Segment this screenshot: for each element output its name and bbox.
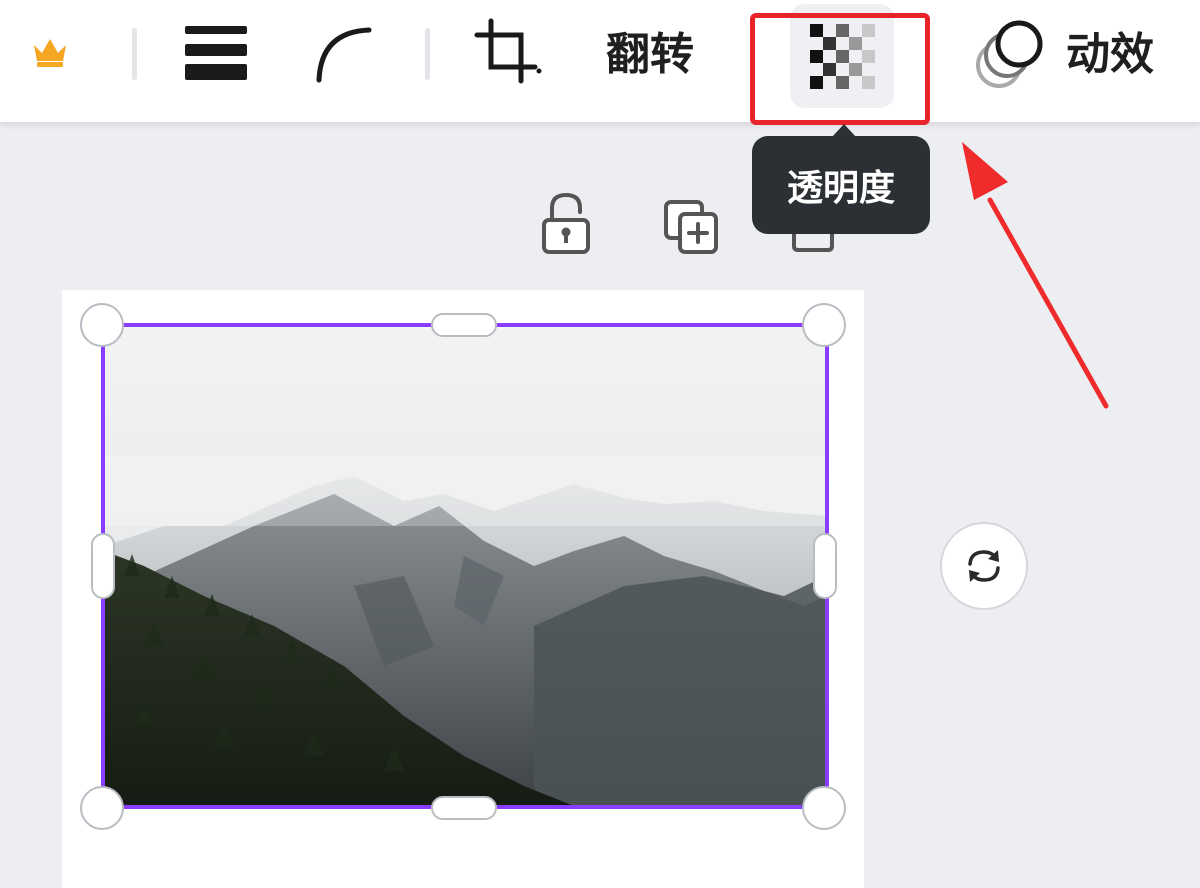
line-weight-icon[interactable]	[180, 20, 252, 84]
rotate-icon	[968, 550, 1000, 582]
unlock-button[interactable]	[538, 190, 594, 260]
tooltip-text: 透明度	[786, 168, 895, 209]
annotation-arrow	[962, 142, 1109, 409]
flip-button[interactable]: 翻转	[606, 28, 694, 82]
rotate-button[interactable]	[940, 522, 1028, 610]
toolbar-divider	[132, 28, 137, 80]
animate-button[interactable]: 动效	[1066, 28, 1154, 82]
resize-handle-top[interactable]	[431, 313, 497, 337]
resize-handle-bottom-left[interactable]	[80, 786, 124, 830]
crop-icon[interactable]	[472, 16, 548, 88]
resize-handle-right[interactable]	[813, 533, 837, 599]
crown-icon[interactable]	[26, 30, 74, 74]
highlight-box	[750, 13, 930, 125]
corner-rounding-icon[interactable]	[308, 22, 378, 86]
animate-circles-icon[interactable]	[972, 18, 1048, 92]
duplicate-icon	[664, 200, 718, 254]
unlock-icon	[542, 192, 590, 254]
toolbar-divider	[425, 28, 430, 80]
resize-handle-bottom[interactable]	[431, 796, 497, 820]
element-toolbar: 翻转 动效	[0, 0, 1200, 122]
resize-handle-left[interactable]	[91, 533, 115, 599]
duplicate-button[interactable]	[662, 198, 722, 262]
transparency-tooltip: 透明度	[752, 124, 930, 234]
resize-handle-bottom-right[interactable]	[802, 786, 846, 830]
resize-handle-top-right[interactable]	[802, 303, 846, 347]
selection-frame	[101, 323, 829, 809]
resize-handle-top-left[interactable]	[80, 303, 124, 347]
